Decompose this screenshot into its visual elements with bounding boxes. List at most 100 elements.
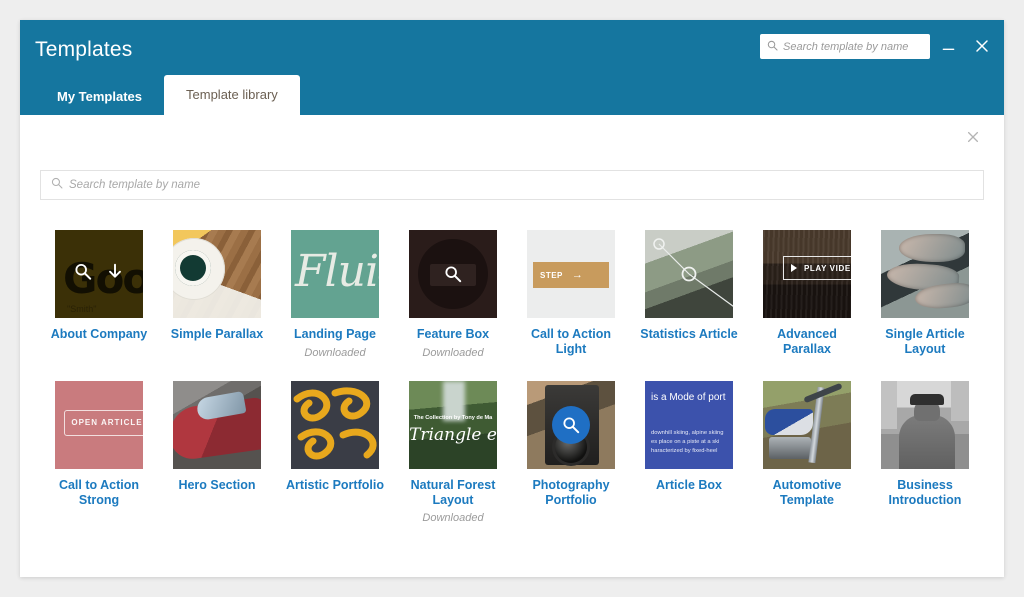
motorcycle-tank xyxy=(765,409,813,435)
template-card[interactable]: The Collection by Tony de MaTriangle e Na… xyxy=(394,381,512,525)
template-card[interactable]: Simple Parallax xyxy=(158,230,276,359)
template-card[interactable]: PLAY VIDEO Advanced Parallax xyxy=(748,230,866,359)
template-thumbnail[interactable] xyxy=(881,230,969,318)
preview-icon[interactable] xyxy=(552,406,590,444)
template-card[interactable]: Business Introduction xyxy=(866,381,984,525)
template-title: Call to Action Strong xyxy=(49,478,149,508)
template-card[interactable]: Fluid Landing Page Downloaded xyxy=(276,230,394,359)
library-search-box[interactable] xyxy=(40,170,984,200)
template-title: Photography Portfolio xyxy=(521,478,621,508)
thumbnail-artwork: STEP→ xyxy=(527,230,615,318)
template-thumbnail[interactable]: STEP→ xyxy=(527,230,615,318)
page-title: Templates xyxy=(35,38,133,62)
template-thumbnail[interactable] xyxy=(173,381,261,469)
template-title: Natural Forest Layout xyxy=(403,478,503,508)
template-card[interactable]: Feature BoxDownloaded xyxy=(394,230,512,359)
template-thumbnail[interactable]: The Collection by Tony de MaTriangle e xyxy=(409,381,497,469)
template-status: Downloaded xyxy=(422,347,483,359)
template-title: Business Introduction xyxy=(875,478,975,508)
download-icon[interactable] xyxy=(106,263,124,286)
template-card[interactable]: Single Article Layout xyxy=(866,230,984,359)
template-thumbnail[interactable]: Fluid xyxy=(291,230,379,318)
template-thumbnail[interactable] xyxy=(763,381,851,469)
template-title: Artistic Portfolio xyxy=(286,478,384,493)
template-thumbnail[interactable] xyxy=(527,381,615,469)
close-icon xyxy=(966,130,980,144)
background-building xyxy=(881,381,897,429)
template-title: Statistics Article xyxy=(640,327,738,342)
template-status: Downloaded xyxy=(304,347,365,359)
stats-chart-lines xyxy=(645,230,733,318)
template-thumbnail[interactable] xyxy=(173,230,261,318)
template-grid: Goo"Smith" About Company Simple Parallax Fl… xyxy=(40,230,984,524)
template-library-panel: Goo"Smith" About Company Simple Parallax Fl… xyxy=(20,115,1004,577)
template-card[interactable]: OPEN ARTICLE Call to Action Strong xyxy=(40,381,158,525)
thumb-sub-text: "Smith" xyxy=(67,304,96,314)
templates-window: Templates My Templates Templ xyxy=(20,20,1004,577)
header-search-input[interactable] xyxy=(783,41,923,53)
template-thumbnail[interactable] xyxy=(881,381,969,469)
template-card[interactable]: Goo"Smith" About Company xyxy=(40,230,158,359)
thumbnail-artwork: Fluid xyxy=(291,230,379,318)
template-thumbnail[interactable]: Goo"Smith" xyxy=(55,230,143,318)
thumbnail-artwork xyxy=(763,381,851,469)
template-card[interactable]: STEP→ Call to Action Light xyxy=(512,230,630,359)
thumb-cta-button: STEP→ xyxy=(533,262,609,288)
tab-template-library[interactable]: Template library xyxy=(164,75,300,115)
thumbnail-artwork xyxy=(291,381,379,469)
template-thumbnail[interactable]: is a Mode of port downhill skiing, alpine… xyxy=(645,381,733,469)
background-building xyxy=(951,381,969,421)
template-title: Hero Section xyxy=(178,478,255,493)
thumbnail-artwork: PLAY VIDEO xyxy=(763,230,851,318)
template-title: About Company xyxy=(51,327,148,342)
artistic-brush-strokes xyxy=(291,381,379,469)
thumb-body-text: downhill skiing, alpine skiing es place … xyxy=(651,429,730,456)
template-card[interactable]: Automotive Template xyxy=(748,381,866,525)
header-search-box[interactable] xyxy=(760,34,930,59)
template-card[interactable]: Artistic Portfolio xyxy=(276,381,394,525)
person-body xyxy=(899,415,955,469)
template-thumbnail[interactable] xyxy=(291,381,379,469)
thumb-heading: is a Mode of port xyxy=(651,392,729,405)
thumbnail-artwork: The Collection by Tony de MaTriangle e xyxy=(409,381,497,469)
minimize-button[interactable] xyxy=(936,34,960,58)
template-thumbnail[interactable] xyxy=(409,230,497,318)
template-thumbnail[interactable]: PLAY VIDEO xyxy=(763,230,851,318)
template-title: Landing Page xyxy=(294,327,376,342)
template-title: Single Article Layout xyxy=(875,327,975,357)
thumbnail-artwork xyxy=(881,230,969,318)
thumb-play-button: PLAY VIDEO xyxy=(783,256,851,280)
template-title: Simple Parallax xyxy=(171,327,263,342)
modal-close-button[interactable] xyxy=(962,126,984,148)
template-thumbnail[interactable]: OPEN ARTICLE xyxy=(55,381,143,469)
thumb-hover-actions xyxy=(55,263,143,286)
fish-shape xyxy=(899,234,965,262)
template-card[interactable]: Hero Section xyxy=(158,381,276,525)
template-card[interactable]: Photography Portfolio xyxy=(512,381,630,525)
coffee-cup xyxy=(175,250,211,286)
template-title: Call to Action Light xyxy=(521,327,621,357)
person-hat xyxy=(910,394,944,405)
thumb-cta-button: OPEN ARTICLE xyxy=(64,410,143,436)
preview-icon[interactable] xyxy=(434,255,472,293)
thumb-caption: The Collection by Tony de Ma xyxy=(412,415,494,421)
thumbnail-artwork xyxy=(173,381,261,469)
template-card[interactable]: Statistics Article xyxy=(630,230,748,359)
thumbnail-artwork xyxy=(881,381,969,469)
template-title: Article Box xyxy=(656,478,722,493)
template-thumbnail[interactable] xyxy=(645,230,733,318)
thumbnail-artwork: OPEN ARTICLE xyxy=(55,381,143,469)
template-status: Downloaded xyxy=(422,512,483,524)
template-card[interactable]: is a Mode of port downhill skiing, alpine… xyxy=(630,381,748,525)
template-title: Advanced Parallax xyxy=(757,327,857,357)
thumbnail-artwork xyxy=(645,230,733,318)
tab-bar: My Templates Template library xyxy=(35,73,300,115)
window-title-bar: Templates My Templates Templ xyxy=(20,20,1004,115)
template-title: Automotive Template xyxy=(757,478,857,508)
thumbnail-artwork: is a Mode of port downhill skiing, alpine… xyxy=(645,381,733,469)
library-search-input[interactable] xyxy=(69,179,973,191)
preview-icon[interactable] xyxy=(74,263,92,286)
close-button[interactable] xyxy=(970,34,994,58)
search-icon xyxy=(767,38,778,56)
tab-my-templates[interactable]: My Templates xyxy=(35,79,164,115)
